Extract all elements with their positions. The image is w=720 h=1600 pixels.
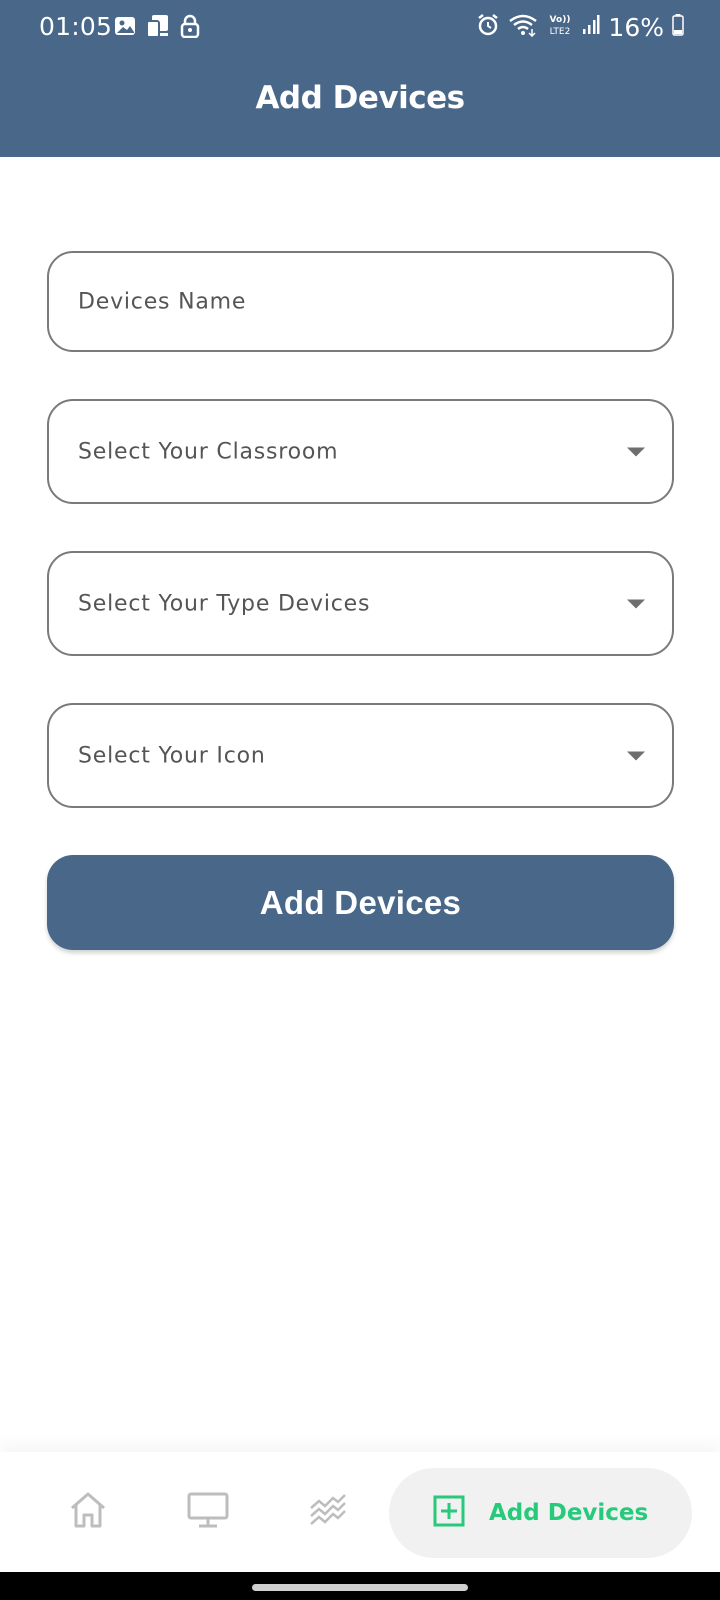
- status-bar: 01:05 Vo)) LTE2 16%: [0, 0, 720, 52]
- status-left-icons: [114, 14, 200, 42]
- network-label-top: Vo)): [550, 15, 571, 25]
- system-navigation-bar: [0, 1572, 720, 1600]
- nav-add-devices-label: Add Devices: [489, 1500, 649, 1526]
- add-devices-button[interactable]: Add Devices: [47, 855, 674, 950]
- app-header: 01:05 Vo)) LTE2 16% Add Devices: [0, 0, 720, 157]
- chart-icon: [308, 1492, 348, 1532]
- nav-stats[interactable]: [298, 1452, 358, 1572]
- screen-mirror-icon: [145, 14, 171, 42]
- classroom-select[interactable]: Select Your Classroom: [47, 399, 674, 504]
- icon-select[interactable]: Select Your Icon: [47, 703, 674, 808]
- wifi-icon: [508, 13, 538, 41]
- chevron-down-icon: [627, 599, 645, 608]
- icon-placeholder: Select Your Icon: [78, 743, 266, 768]
- signal-icon: [582, 14, 600, 40]
- chevron-down-icon: [627, 751, 645, 760]
- battery-icon: [672, 14, 684, 40]
- status-time: 01:05: [39, 12, 113, 41]
- home-gesture-bar[interactable]: [252, 1584, 468, 1591]
- status-right: Vo)) LTE2 16%: [476, 12, 684, 42]
- nav-home[interactable]: [58, 1452, 118, 1572]
- chevron-down-icon: [627, 447, 645, 456]
- bottom-nav: Add Devices: [0, 1452, 720, 1572]
- alarm-icon: [476, 13, 500, 41]
- classroom-placeholder: Select Your Classroom: [78, 439, 339, 464]
- add-box-icon: [433, 1495, 465, 1531]
- network-label-bottom: LTE2: [550, 27, 571, 37]
- battery-percent: 16%: [608, 12, 664, 42]
- device-type-placeholder: Select Your Type Devices: [78, 591, 371, 616]
- nav-add-devices[interactable]: Add Devices: [389, 1468, 692, 1558]
- device-name-placeholder: Devices Name: [78, 289, 247, 314]
- device-name-input[interactable]: Devices Name: [47, 251, 674, 352]
- page-title: Add Devices: [255, 80, 465, 116]
- monitor-icon: [187, 1492, 229, 1532]
- screen: 01:05 Vo)) LTE2 16% Add Devices Devices …: [0, 0, 720, 1600]
- nav-devices[interactable]: [178, 1452, 238, 1572]
- volte-lte2-icon: Vo)) LTE2: [546, 12, 574, 42]
- image-icon: [114, 15, 136, 41]
- home-icon: [68, 1491, 108, 1533]
- lock-icon: [180, 14, 200, 42]
- device-type-select[interactable]: Select Your Type Devices: [47, 551, 674, 656]
